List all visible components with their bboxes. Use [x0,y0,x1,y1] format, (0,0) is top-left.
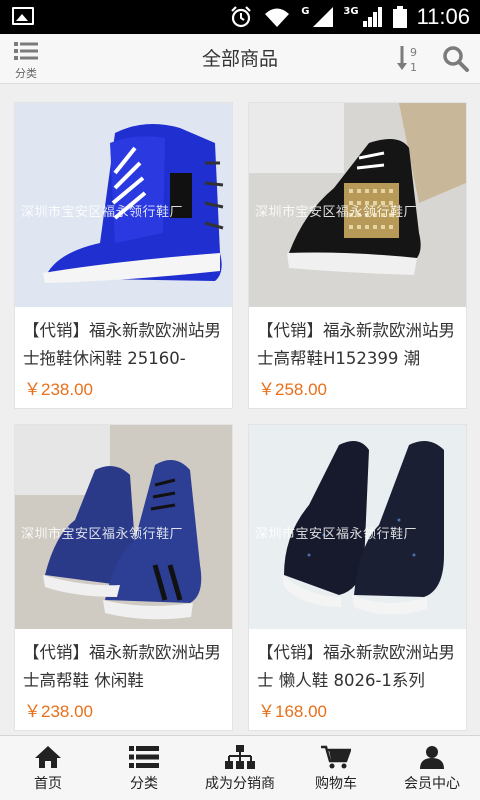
alarm-icon [231,6,251,28]
gallery-notification-icon [12,7,34,25]
tab-home[interactable]: 首页 [0,736,96,800]
sort-button[interactable]: 9 1 [396,44,422,74]
battery-icon [392,6,407,28]
product-price: ￥258.00 [258,380,327,399]
product-card[interactable]: 深圳市宝安区福永领行鞋厂 【代销】福永新款欧洲站男士高帮鞋H152399 潮 ￥… [248,102,467,409]
signal-icon [313,7,334,27]
tab-label: 会员中心 [404,776,460,792]
tab-member-center[interactable]: 会员中心 [384,736,480,800]
tab-label: 分类 [130,776,158,792]
product-price: ￥238.00 [24,702,93,721]
product-card[interactable]: 深圳市宝安区福永领行鞋厂 【代销】福永新款欧洲站男士高帮鞋 休闲鞋 ￥238.0… [14,424,233,731]
network-type-label: G [301,5,310,17]
tab-label: 成为分销商 [205,776,275,792]
product-image[interactable]: 深圳市宝安区福永领行鞋厂 [249,103,466,307]
tab-category[interactable]: 分类 [96,736,192,800]
image-watermark: 深圳市宝安区福永领行鞋厂 [255,205,418,220]
tab-label: 购物车 [315,776,357,792]
wifi-icon [265,8,290,27]
search-icon [443,46,469,72]
search-button[interactable] [442,45,470,73]
tab-cart[interactable]: 购物车 [288,736,384,800]
tab-become-distributor[interactable]: 成为分销商 [192,736,288,800]
product-name[interactable]: 【代销】福永新款欧洲站男士拖鞋休闲鞋 25160- [23,317,228,373]
product-name[interactable]: 【代销】福永新款欧洲站男士高帮鞋H152399 潮 [257,317,462,373]
image-watermark: 深圳市宝安区福永领行鞋厂 [21,205,184,220]
list-icon [129,746,159,768]
product-price: ￥168.00 [258,702,327,721]
product-name[interactable]: 【代销】福永新款欧洲站男士 懒人鞋 8026-1系列 [257,639,462,695]
user-icon [420,746,444,769]
image-watermark: 深圳市宝安区福永领行鞋厂 [255,527,418,542]
status-bar: G 3G 11:06 [0,0,480,34]
bottom-tab-bar: 首页 分类 成为分销商 购物车 会员中心 [0,735,480,800]
home-icon [35,746,61,768]
top-navigation-bar: 分类 全部商品 9 1 [0,34,480,84]
svg-text:1: 1 [410,61,417,74]
network-type-label-2: 3G [343,5,359,17]
signal-bars-icon [362,7,382,27]
image-watermark: 深圳市宝安区福永领行鞋厂 [21,527,184,542]
svg-text:9: 9 [410,46,417,59]
product-image[interactable]: 深圳市宝安区福永领行鞋厂 [15,103,232,307]
org-chart-icon [225,745,255,769]
product-grid: 深圳市宝安区福永领行鞋厂 【代销】福永新款欧洲站男士拖鞋休闲鞋 25160- ￥… [0,84,480,735]
product-image[interactable]: 深圳市宝安区福永领行鞋厂 [15,425,232,629]
sort-numeric-icon: 9 1 [397,46,417,74]
product-name[interactable]: 【代销】福永新款欧洲站男士高帮鞋 休闲鞋 [23,639,228,695]
clock: 11:06 [416,4,470,29]
product-image[interactable]: 深圳市宝安区福永领行鞋厂 [249,425,466,629]
tab-label: 首页 [34,776,62,792]
product-card[interactable]: 深圳市宝安区福永领行鞋厂 【代销】福永新款欧洲站男士拖鞋休闲鞋 25160- ￥… [14,102,233,409]
product-card[interactable]: 深圳市宝安区福永领行鞋厂 【代销】福永新款欧洲站男士 懒人鞋 8026-1系列 … [248,424,467,731]
product-price: ￥238.00 [24,380,93,399]
cart-icon [321,745,351,769]
